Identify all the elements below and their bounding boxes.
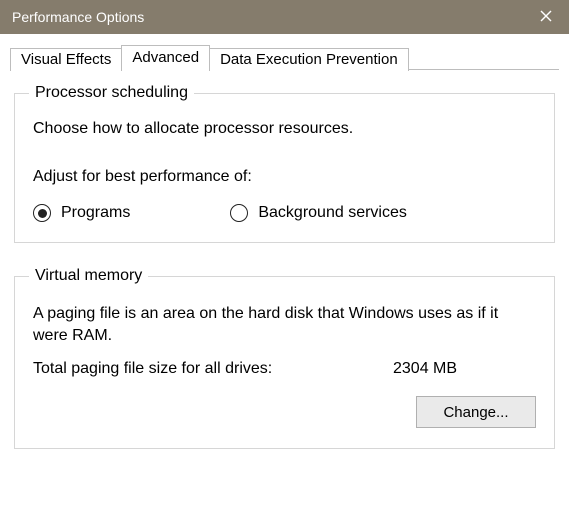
- tab-visual-effects[interactable]: Visual Effects: [10, 48, 122, 71]
- group-virtual-memory: Virtual memory A paging file is an area …: [14, 267, 555, 449]
- radio-icon: [33, 204, 51, 222]
- processor-subhead: Adjust for best performance of:: [33, 168, 536, 186]
- close-icon: [540, 9, 552, 26]
- virtual-memory-desc: A paging file is an area on the hard dis…: [33, 303, 536, 346]
- radio-icon: [230, 204, 248, 222]
- radio-label: Background services: [258, 204, 407, 222]
- titlebar[interactable]: Performance Options: [0, 0, 569, 34]
- total-paging-value: 2304 MB: [393, 360, 457, 378]
- total-paging-label: Total paging file size for all drives:: [33, 360, 393, 378]
- close-button[interactable]: [523, 0, 569, 34]
- button-label: Change...: [443, 404, 508, 421]
- tab-label: Data Execution Prevention: [220, 51, 398, 68]
- tabstrip: Visual Effects Advanced Data Execution P…: [10, 44, 559, 69]
- tab-advanced[interactable]: Advanced: [121, 45, 210, 70]
- tab-label: Visual Effects: [21, 51, 111, 68]
- group-legend: Processor scheduling: [29, 84, 194, 102]
- radio-label: Programs: [61, 204, 130, 222]
- radio-programs[interactable]: Programs: [33, 204, 130, 222]
- processor-desc: Choose how to allocate processor resourc…: [33, 120, 536, 138]
- radio-background-services[interactable]: Background services: [230, 204, 407, 222]
- change-button[interactable]: Change...: [416, 396, 536, 428]
- group-processor-scheduling: Processor scheduling Choose how to alloc…: [14, 84, 555, 243]
- window-title: Performance Options: [12, 9, 144, 25]
- tab-data-execution-prevention[interactable]: Data Execution Prevention: [209, 48, 409, 71]
- group-legend: Virtual memory: [29, 267, 148, 285]
- tab-label: Advanced: [132, 49, 199, 66]
